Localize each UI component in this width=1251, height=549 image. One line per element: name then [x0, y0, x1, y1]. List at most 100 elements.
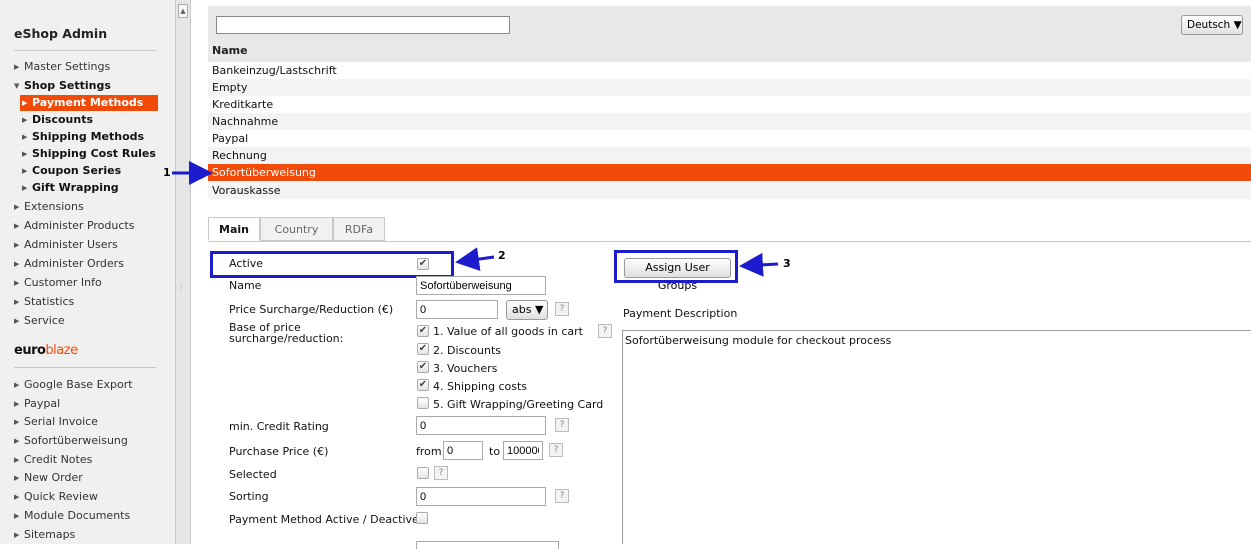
- sidebar-item-sitemaps[interactable]: ▶ Sitemaps: [14, 527, 158, 543]
- list-header: [208, 6, 1251, 62]
- sidebar-item-master-settings[interactable]: ▶ Master Settings: [14, 59, 158, 75]
- sidebar-item-label: Coupon Series: [32, 164, 122, 177]
- scroll-up-icon[interactable]: ▲: [178, 4, 188, 18]
- collapsed-arrow-icon: ▶: [14, 279, 20, 287]
- sidebar-item-discounts[interactable]: ▶ Discounts: [22, 112, 158, 128]
- sidebar-item-new-order[interactable]: ▶ New Order: [14, 470, 158, 486]
- purchase-to-field[interactable]: [503, 441, 543, 460]
- sidebar-item-label: New Order: [24, 471, 83, 484]
- list-row[interactable]: Bankeinzug/Lastschrift: [208, 62, 1251, 79]
- base-of-price-label-line-2: surcharge/reduction:: [229, 332, 344, 345]
- selected-label: Selected: [229, 468, 277, 481]
- collapsed-arrow-icon: ▶: [22, 150, 28, 158]
- credit-rating-label: min. Credit Rating: [229, 420, 329, 433]
- payment-toggle-checkbox[interactable]: [416, 512, 428, 524]
- sidebar-item-label: Service: [24, 314, 65, 327]
- name-field[interactable]: [416, 276, 546, 295]
- sidebar-item-label: Module Documents: [24, 509, 131, 522]
- sidebar-item-coupon-series[interactable]: ▶ Coupon Series: [22, 163, 158, 179]
- surcharge-unit-value: abs: [512, 303, 532, 316]
- help-icon[interactable]: ?: [555, 302, 569, 316]
- surcharge-label: Price Surcharge/Reduction (€): [229, 303, 394, 316]
- surcharge-unit-select[interactable]: abs ▼: [506, 300, 548, 320]
- frame-splitter[interactable]: ▲ · · ·: [176, 0, 191, 544]
- base-option-label: 3. Vouchers: [433, 362, 498, 375]
- sidebar-item-shipping-methods[interactable]: ▶ Shipping Methods: [22, 129, 158, 145]
- sidebar-item-payment-methods[interactable]: ▶ Payment Methods: [20, 95, 158, 111]
- language-select[interactable]: Deutsch ▼: [1181, 15, 1243, 35]
- help-icon[interactable]: ?: [549, 443, 563, 457]
- sidebar-item-label: Shipping Methods: [32, 130, 145, 143]
- sidebar-item-service[interactable]: ▶ Service: [14, 313, 158, 329]
- list-row[interactable]: Rechnung: [208, 147, 1251, 164]
- list-row[interactable]: Empty: [208, 79, 1251, 96]
- payment-description-field[interactable]: Sofortüberweisung module for checkout pr…: [622, 330, 1251, 544]
- sidebar-item-label: Administer Users: [24, 238, 118, 251]
- collapsed-arrow-icon: ▶: [22, 116, 28, 124]
- collapsed-arrow-icon: ▶: [14, 418, 20, 426]
- tab-main[interactable]: Main: [208, 217, 260, 241]
- sidebar-item-sofortueberweisung[interactable]: ▶ Sofortüberweisung: [14, 433, 158, 449]
- base-option-label: 1. Value of all goods in cart: [433, 325, 583, 338]
- list-row[interactable]: Nachnahme: [208, 113, 1251, 130]
- sidebar-item-statistics[interactable]: ▶ Statistics: [14, 294, 158, 310]
- sidebar-item-label: Sofortüberweisung: [24, 434, 128, 447]
- sidebar-item-label: Discounts: [32, 113, 93, 126]
- base-option-checkbox[interactable]: ✔: [417, 379, 429, 391]
- sorting-field[interactable]: [416, 487, 546, 506]
- collapsed-arrow-icon: ▶: [14, 400, 20, 408]
- column-header-name[interactable]: Name: [212, 44, 248, 57]
- help-icon[interactable]: ?: [555, 489, 569, 503]
- base-option-checkbox[interactable]: [417, 397, 429, 409]
- collapsed-arrow-icon: ▶: [22, 167, 28, 175]
- sidebar-item-administer-products[interactable]: ▶ Administer Products: [14, 218, 158, 234]
- surcharge-field[interactable]: [416, 300, 498, 319]
- sidebar-item-extensions[interactable]: ▶ Extensions: [14, 199, 158, 215]
- purchase-from-field[interactable]: [443, 441, 483, 460]
- base-option-checkbox[interactable]: ✔: [417, 343, 429, 355]
- sidebar-item-google-base-export[interactable]: ▶ Google Base Export: [14, 377, 158, 393]
- collapsed-arrow-icon: ▶: [14, 456, 20, 464]
- sidebar-item-credit-notes[interactable]: ▶ Credit Notes: [14, 452, 158, 468]
- list-row[interactable]: Vorauskasse: [208, 182, 1251, 199]
- sidebar-item-quick-review[interactable]: ▶ Quick Review: [14, 489, 158, 505]
- base-option-checkbox[interactable]: ✔: [417, 325, 429, 337]
- base-of-price-label: Base of price surcharge/reduction:: [229, 322, 343, 344]
- sidebar-item-label: Customer Info: [24, 276, 102, 289]
- sidebar-item-serial-invoice[interactable]: ▶ Serial Invoice: [14, 414, 158, 430]
- help-icon[interactable]: ?: [434, 466, 448, 480]
- sidebar-item-shop-settings[interactable]: ▼ Shop Settings: [14, 78, 158, 94]
- collapsed-arrow-icon: ▶: [14, 241, 20, 249]
- base-option-checkbox[interactable]: ✔: [417, 361, 429, 373]
- sidebar-item-gift-wrapping[interactable]: ▶ Gift Wrapping: [22, 180, 158, 196]
- credit-rating-field[interactable]: [416, 416, 546, 435]
- highlight-box-assign: [614, 250, 738, 283]
- search-input[interactable]: [216, 16, 510, 34]
- sidebar-item-module-documents[interactable]: ▶ Module Documents: [14, 508, 158, 524]
- tab-country[interactable]: Country: [260, 217, 333, 241]
- sidebar-item-shipping-cost-rules[interactable]: ▶ Shipping Cost Rules: [22, 146, 158, 162]
- collapsed-arrow-icon: ▶: [22, 99, 28, 107]
- list-row[interactable]: Kreditkarte: [208, 96, 1251, 113]
- help-icon[interactable]: ?: [555, 418, 569, 432]
- sorting-label: Sorting: [229, 490, 269, 503]
- selected-checkbox[interactable]: [417, 467, 429, 479]
- purchase-price-label: Purchase Price (€): [229, 445, 329, 458]
- sidebar-item-paypal[interactable]: ▶ Paypal: [14, 396, 158, 412]
- sidebar-item-label: Credit Notes: [24, 453, 93, 466]
- collapsed-arrow-icon: ▶: [14, 317, 20, 325]
- partially-visible-field[interactable]: [416, 541, 559, 549]
- grip-icon[interactable]: · · ·: [180, 281, 183, 295]
- name-label: Name: [229, 279, 262, 292]
- list-row-selected[interactable]: Sofortüberweisung: [208, 164, 1251, 181]
- sidebar-item-administer-orders[interactable]: ▶ Administer Orders: [14, 256, 158, 272]
- app-title: eShop Admin: [14, 26, 108, 41]
- tab-rdfa[interactable]: RDFa: [333, 217, 385, 241]
- list-row[interactable]: Paypal: [208, 130, 1251, 147]
- annotation-1-label: 1: [163, 166, 171, 179]
- sidebar-divider: [14, 367, 156, 368]
- sidebar: eShop Admin ▶ Master Settings ▼ Shop Setti…: [0, 0, 176, 544]
- sidebar-item-administer-users[interactable]: ▶ Administer Users: [14, 237, 158, 253]
- sidebar-item-customer-info[interactable]: ▶ Customer Info: [14, 275, 158, 291]
- help-icon[interactable]: ?: [598, 324, 612, 338]
